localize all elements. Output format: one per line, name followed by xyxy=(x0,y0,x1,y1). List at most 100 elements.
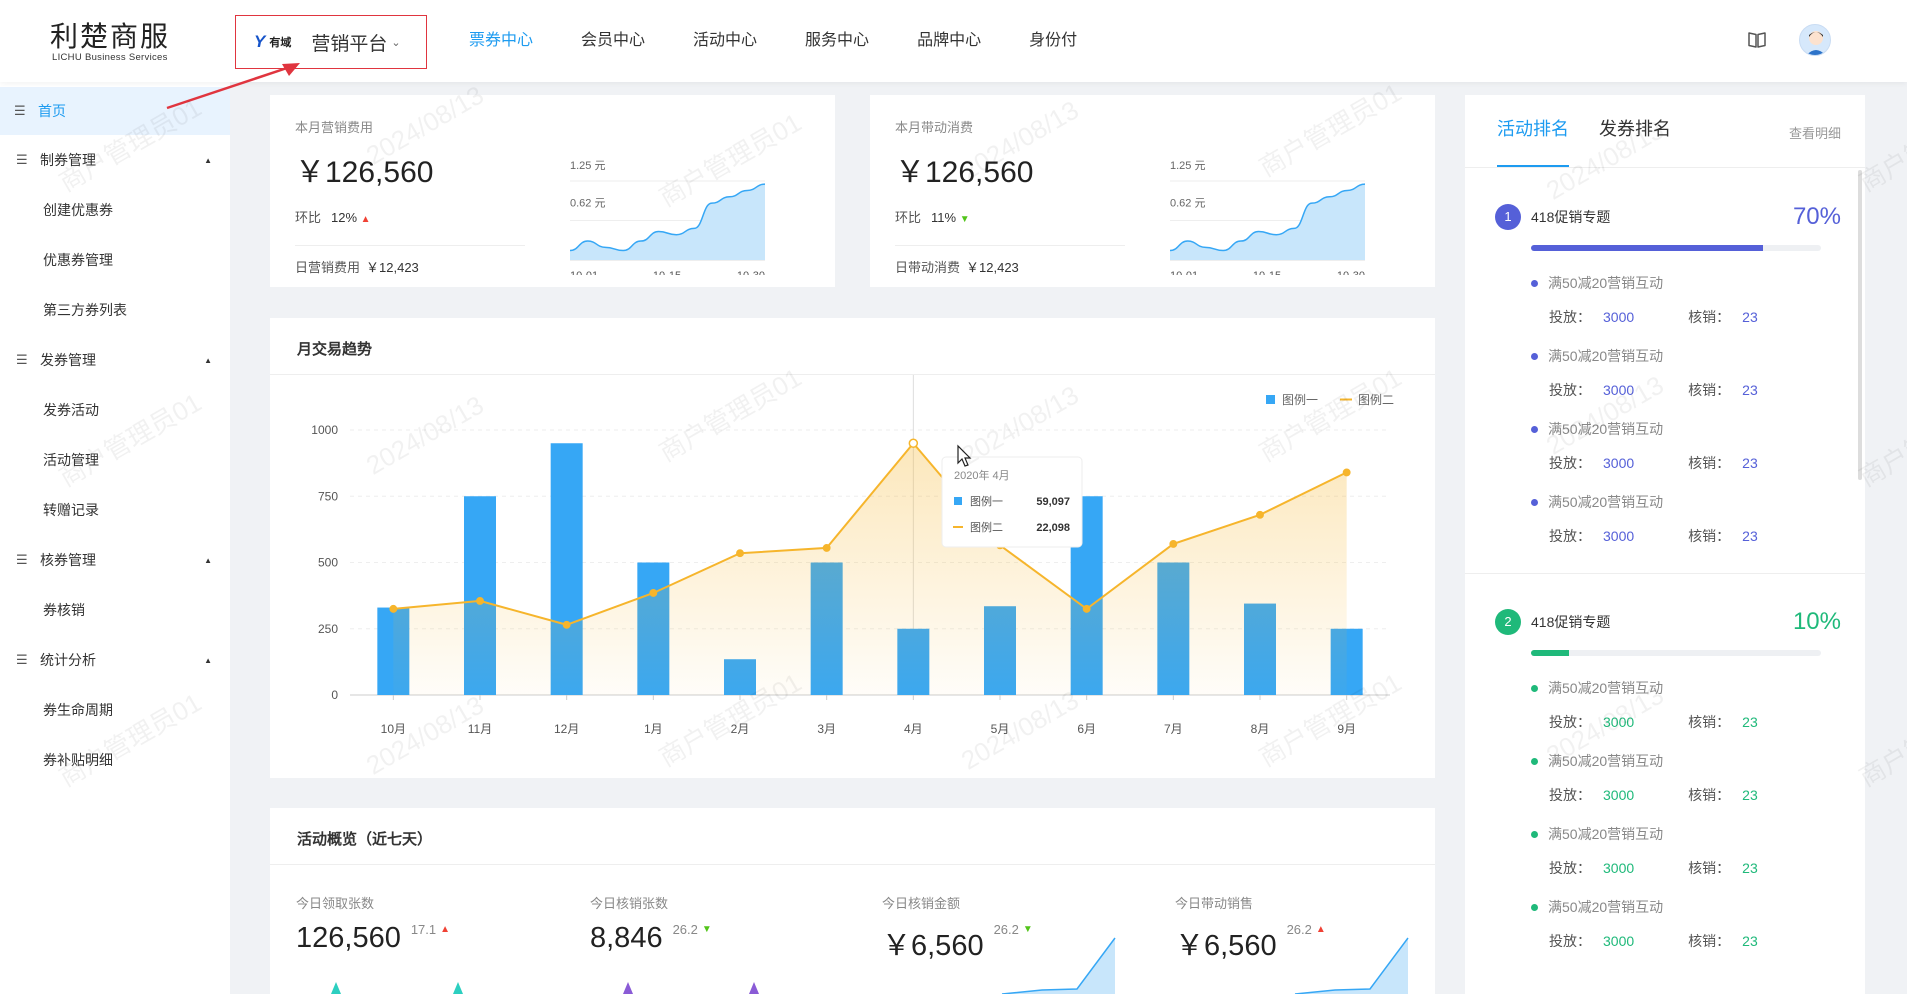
ranking-row-title-text: 满50减20营销互动 xyxy=(1548,275,1664,291)
legend-label: 图例二 xyxy=(1358,393,1394,407)
put-label: 投放： xyxy=(1549,787,1591,803)
avatar[interactable] xyxy=(1799,24,1831,56)
ranking-header[interactable]: 2 418促销专题 10% xyxy=(1495,608,1841,636)
nav-item[interactable]: 身份付 xyxy=(1005,0,1101,82)
nav-item[interactable]: 会员中心 xyxy=(557,0,669,82)
ranking-tabs: 活动排名 发券排名 xyxy=(1497,95,1671,167)
sidebar-subitem[interactable]: 转赠记录 xyxy=(0,485,230,535)
platform-brand: Y 有域 xyxy=(254,32,291,52)
y-tick-label: 1.25 元 xyxy=(1170,160,1205,172)
sidebar-group[interactable]: ☰ 发券管理 ▲ xyxy=(0,335,230,385)
sidebar-item-label: 首页 xyxy=(38,103,66,119)
y-tick-label: 0.62 元 xyxy=(570,198,605,210)
user-avatar-icon xyxy=(1806,31,1826,55)
x-tick-label: 10-15 xyxy=(653,270,681,275)
put-value: 3000 xyxy=(1603,309,1635,325)
put-value: 3000 xyxy=(1603,787,1635,803)
ranking-row[interactable]: 满50减20营销互动 投放： 3000 核销： 23 xyxy=(1531,678,1758,732)
bullet-icon xyxy=(1531,903,1538,911)
sidebar-subitem[interactable]: 活动管理 xyxy=(0,435,230,485)
ranking-tab[interactable]: 发券排名 xyxy=(1599,95,1671,167)
x-tick-label: 10-01 xyxy=(570,270,598,275)
view-details-link[interactable]: 查看明细 xyxy=(1789,123,1841,142)
ranking-row[interactable]: 满50减20营销互动 投放： 3000 核销： 23 xyxy=(1531,346,1758,400)
use-label: 核销： xyxy=(1688,528,1731,544)
sparkline-chart: 1.25 元 0.62 元 10-01 10-15 10-30 xyxy=(1170,160,1366,275)
ranking-tab[interactable]: 活动排名 xyxy=(1497,95,1569,167)
use-label: 核销： xyxy=(1688,714,1731,730)
scrollbar[interactable] xyxy=(1858,170,1862,480)
ranking-header[interactable]: 1 418促销专题 70% xyxy=(1495,203,1841,231)
header-actions xyxy=(1747,24,1831,56)
nav-item[interactable]: 票券中心 xyxy=(445,0,557,82)
ranking-row-title: 满50减20营销互动 xyxy=(1531,492,1758,512)
line-point xyxy=(908,438,919,448)
compare-label: 环比 xyxy=(295,210,322,225)
ranking-row[interactable]: 满50减20营销互动 投放： 3000 核销： 23 xyxy=(1531,492,1758,546)
put-label: 投放： xyxy=(1549,309,1591,325)
ranking-row[interactable]: 满50减20营销互动 投放： 3000 核销： 23 xyxy=(1531,824,1758,878)
stat-compare: 环比 11% ▼ xyxy=(895,207,970,226)
ranking-progress-fill xyxy=(1531,650,1569,656)
ranking-row[interactable]: 满50减20营销互动 投放： 3000 核销： 23 xyxy=(1531,751,1758,805)
book-icon[interactable] xyxy=(1747,31,1767,49)
use-value: 23 xyxy=(1742,787,1758,803)
daily-value: ￥12,423 xyxy=(966,260,1019,275)
sidebar-subitem[interactable]: 发券活动 xyxy=(0,385,230,435)
use-value: 23 xyxy=(1742,933,1758,949)
line-series2-area xyxy=(393,443,1347,695)
overview-sparklines xyxy=(331,937,1409,994)
ranking-row-title-text: 满50减20营销互动 xyxy=(1548,680,1664,696)
sidebar-subitem[interactable]: 第三方券列表 xyxy=(0,285,230,335)
sidebar-subitem[interactable]: 创建优惠券 xyxy=(0,185,230,235)
sidebar-subitem[interactable]: 券生命周期 xyxy=(0,685,230,735)
use-value: 23 xyxy=(1742,714,1758,730)
bullet-icon xyxy=(1531,757,1538,765)
trend-chart[interactable]: 0 250 500 750 1000 10月 11月 12月 1月 2月 3月 4月 5月 6月 7月 8月 9… xyxy=(270,375,1435,775)
ranking-row[interactable]: 满50减20营销互动 投放： 3000 核销： 23 xyxy=(1531,419,1758,473)
sidebar-group[interactable]: ☰ 制券管理 ▲ xyxy=(0,135,230,185)
sparkline-area xyxy=(1002,938,1115,994)
ranking-progress xyxy=(1531,245,1821,251)
line-point xyxy=(1342,468,1351,477)
use-label: 核销： xyxy=(1688,455,1731,471)
ranking-row[interactable]: 满50减20营销互动 投放： 3000 核销： 23 xyxy=(1531,273,1758,327)
nav-item[interactable]: 服务中心 xyxy=(781,0,893,82)
sidebar-subitem[interactable]: 券核销 xyxy=(0,585,230,635)
logo-text: 利楚商服 xyxy=(50,20,171,53)
x-tick-label: 11月 xyxy=(468,722,492,736)
platform-name: 营销平台 xyxy=(311,33,388,55)
platform-brand-label: 有域 xyxy=(269,37,292,49)
ranking-row[interactable]: 满50减20营销互动投放： 3000 核销： 23 xyxy=(1531,897,1758,951)
list-icon: ☰ xyxy=(16,152,28,167)
ranking-row-title: 满50减20营销互动 xyxy=(1531,273,1758,293)
line-point xyxy=(736,549,744,558)
ranking-row-title: 满50减20营销互动 xyxy=(1531,751,1758,771)
legend-label: 图例一 xyxy=(1282,393,1318,407)
sidebar-group[interactable]: ☰ 统计分析 ▲ xyxy=(0,635,230,685)
x-tick-label: 9月 xyxy=(1337,722,1356,736)
sidebar-group-label: 统计分析 xyxy=(40,652,96,668)
tooltip-series-value: 22,098 xyxy=(1036,522,1070,534)
y-tick-label: 750 xyxy=(318,489,338,503)
card-title: 月交易趋势 xyxy=(297,341,373,358)
ranking-row-metrics: 投放： 3000 核销： 23 xyxy=(1549,931,1758,951)
sparkline-spike xyxy=(623,982,633,994)
ranking-row-title-text: 满50减20营销互动 xyxy=(1548,348,1664,364)
nav-item[interactable]: 活动中心 xyxy=(669,0,781,82)
line-point xyxy=(562,620,571,629)
sidebar-subitem[interactable]: 优惠券管理 xyxy=(0,235,230,285)
stat-value: ￥126,560 xyxy=(895,156,1034,189)
logo[interactable]: 利楚商服 LICHU Business Services xyxy=(50,20,180,64)
brand-logo-icon: Y xyxy=(254,32,266,51)
ranking-card: 活动排名 发券排名 查看明细 1 418促销专题 70% 满50减20营销互动 投放： 30… xyxy=(1465,95,1865,994)
sparkline-spike xyxy=(331,982,341,994)
sidebar-subitem[interactable]: 券补贴明细 xyxy=(0,735,230,785)
tooltip-series-value: 59,097 xyxy=(1036,496,1070,508)
tooltip-title: 2020年 4月 xyxy=(954,468,1010,482)
ranking-row-title-text: 满50减20营销互动 xyxy=(1548,899,1664,915)
nav-item[interactable]: 品牌中心 xyxy=(893,0,1005,82)
sidebar-group[interactable]: ☰ 核券管理 ▲ xyxy=(0,535,230,585)
chevron-up-icon: ▲ xyxy=(204,555,212,565)
chevron-up-icon: ▲ xyxy=(204,155,212,165)
